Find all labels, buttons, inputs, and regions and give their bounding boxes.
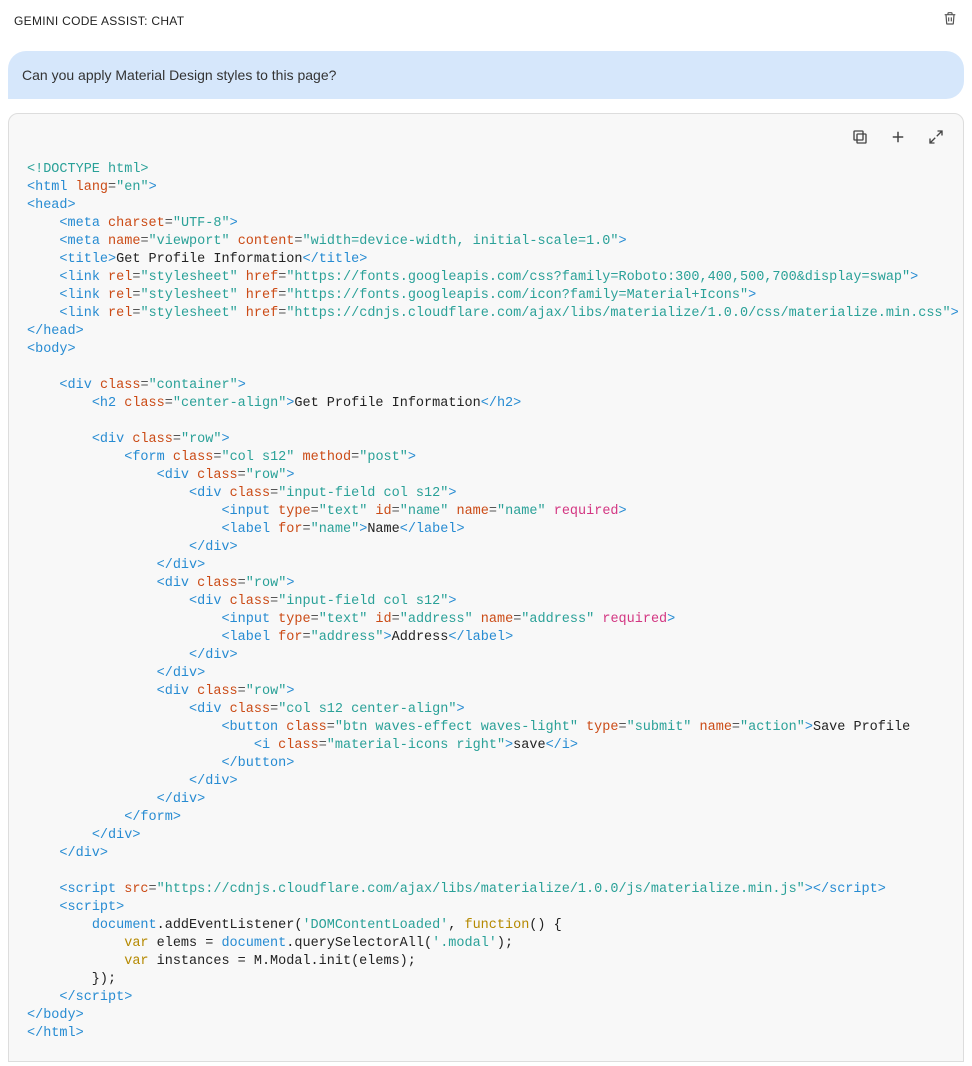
code-block[interactable]: <!DOCTYPE html> <html lang="en"> <head> … — [9, 161, 963, 1061]
code-response-panel: <!DOCTYPE html> <html lang="en"> <head> … — [8, 113, 964, 1062]
expand-icon[interactable] — [927, 128, 945, 151]
trash-icon[interactable] — [942, 10, 958, 31]
insert-icon[interactable] — [889, 128, 907, 151]
user-message-text: Can you apply Material Design styles to … — [22, 67, 336, 83]
chat-header: GEMINI CODE ASSIST: CHAT — [0, 0, 972, 41]
copy-icon[interactable] — [851, 128, 869, 151]
code-toolbar — [9, 114, 963, 161]
header-title: GEMINI CODE ASSIST: CHAT — [14, 14, 184, 28]
user-message-bubble: Can you apply Material Design styles to … — [8, 51, 964, 99]
